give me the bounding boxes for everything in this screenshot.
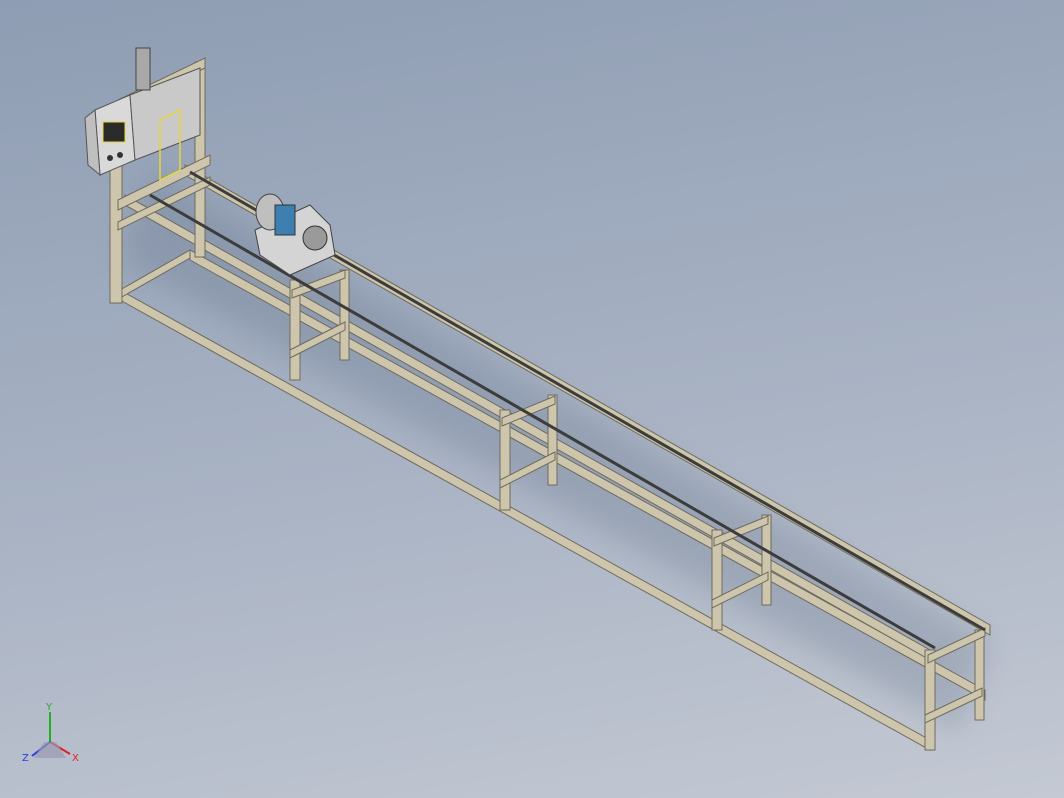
frame-bottom-rail-back xyxy=(189,249,986,701)
control-box xyxy=(84,47,201,182)
motor-housing xyxy=(274,204,296,236)
axis-z-label: Z xyxy=(22,753,29,764)
frame-top-rail-front xyxy=(124,194,931,661)
axis-x-label: X xyxy=(72,753,79,764)
control-knob xyxy=(117,152,123,158)
torch-cylinder xyxy=(135,47,151,91)
cad-viewport[interactable]: Y X Z xyxy=(0,0,1064,798)
axis-triad: Y X Z xyxy=(22,702,79,764)
guide-rail-front xyxy=(149,193,936,650)
axis-y-label: Y xyxy=(45,702,53,713)
control-knob xyxy=(107,155,113,161)
cad-model-canvas[interactable]: Y X Z xyxy=(0,0,1064,798)
hmi-screen xyxy=(102,121,126,143)
gear-disc xyxy=(302,225,328,251)
